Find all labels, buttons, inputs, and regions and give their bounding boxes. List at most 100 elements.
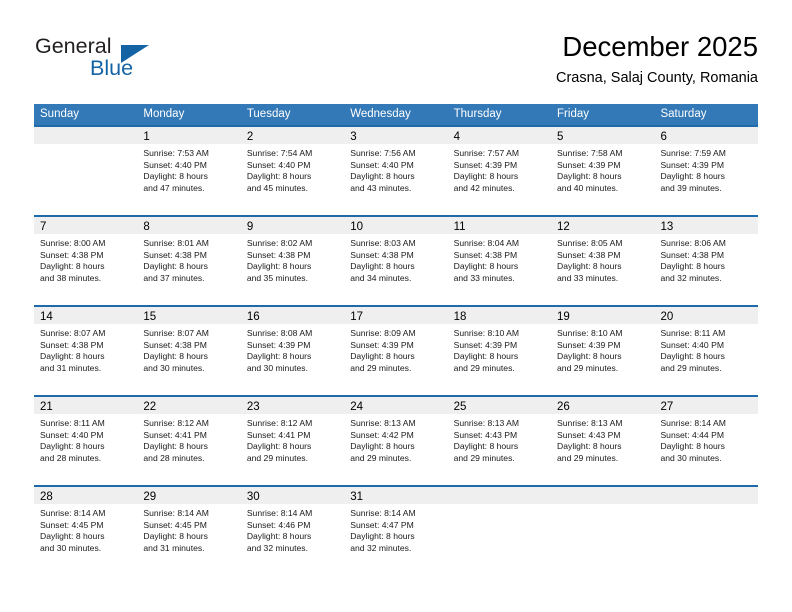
- day-number: 4: [453, 131, 461, 143]
- daylight-text-line1: Daylight: 8 hours: [143, 171, 208, 182]
- day-cell[interactable]: 13 Sunrise: 8:06 AM Sunset: 4:38 PM Dayligh…: [654, 217, 758, 305]
- day-cell[interactable]: 19 Sunrise: 8:10 AM Sunset: 4:39 PM Dayligh…: [551, 307, 655, 395]
- sunrise-text: Sunrise: 7:58 AM: [557, 148, 623, 158]
- week-body: 14 Sunrise: 8:07 AM Sunset: 4:38 PM Dayligh…: [34, 307, 758, 395]
- day-cell[interactable]: 3 Sunrise: 7:56 AM Sunset: 4:40 PM Daylight…: [344, 127, 448, 215]
- day-cell-empty: [551, 487, 655, 575]
- sunset-text: Sunset: 4:43 PM: [453, 429, 518, 440]
- sunrise-text: Sunrise: 8:14 AM: [246, 508, 313, 518]
- day-number-band: 14: [34, 307, 138, 324]
- daylight-text-line1: Daylight: 8 hours: [453, 261, 519, 272]
- sunset-text: Sunset: 4:44 PM: [660, 429, 724, 440]
- day-cell[interactable]: 30 Sunrise: 8:14 AM Sunset: 4:46 PM Dayligh…: [240, 487, 345, 575]
- day-info: Sunrise: 8:07 AM Sunset: 4:38 PM Daylight:…: [137, 324, 240, 374]
- sunrise-text: Sunrise: 7:56 AM: [350, 148, 416, 158]
- day-cell[interactable]: 16 Sunrise: 8:08 AM Sunset: 4:39 PM Dayligh…: [240, 307, 345, 395]
- day-number-band: 9: [240, 217, 345, 234]
- day-info: Sunrise: 8:03 AM Sunset: 4:38 PM Daylight:…: [344, 234, 447, 284]
- day-info: Sunrise: 8:00 AM Sunset: 4:38 PM Daylight:…: [34, 234, 137, 284]
- sunset-text: Sunset: 4:40 PM: [350, 159, 414, 170]
- day-cell[interactable]: 25 Sunrise: 8:13 AM Sunset: 4:43 PM Dayligh…: [447, 397, 552, 485]
- sunset-text: Sunset: 4:39 PM: [453, 159, 518, 170]
- day-cell[interactable]: 26 Sunrise: 8:13 AM Sunset: 4:43 PM Dayligh…: [551, 397, 655, 485]
- day-number-band: [551, 487, 655, 504]
- daylight-text-line2: and 31 minutes.: [143, 542, 205, 553]
- day-cell[interactable]: 4 Sunrise: 7:57 AM Sunset: 4:39 PM Daylight…: [447, 127, 552, 215]
- sunrise-text: Sunrise: 8:00 AM: [40, 238, 106, 248]
- day-cell[interactable]: 1 Sunrise: 7:53 AM Sunset: 4:40 PM Daylight…: [137, 127, 241, 215]
- sunrise-text: Sunrise: 7:53 AM: [143, 148, 209, 158]
- daylight-text-line2: and 39 minutes.: [660, 182, 722, 193]
- day-number: 24: [350, 401, 364, 413]
- day-cell[interactable]: 15 Sunrise: 8:07 AM Sunset: 4:38 PM Dayligh…: [137, 307, 241, 395]
- day-info: Sunrise: 8:01 AM Sunset: 4:38 PM Daylight:…: [137, 234, 240, 284]
- day-cell[interactable]: 6 Sunrise: 7:59 AM Sunset: 4:39 PM Daylight…: [654, 127, 758, 215]
- daylight-text-line1: Daylight: 8 hours: [557, 351, 622, 362]
- day-cell[interactable]: 24 Sunrise: 8:13 AM Sunset: 4:42 PM Dayligh…: [344, 397, 448, 485]
- day-cell[interactable]: 21 Sunrise: 8:11 AM Sunset: 4:40 PM Dayligh…: [34, 397, 138, 485]
- sunrise-text: Sunrise: 8:07 AM: [40, 328, 106, 338]
- sunset-text: Sunset: 4:41 PM: [246, 429, 311, 440]
- day-cell[interactable]: 17 Sunrise: 8:09 AM Sunset: 4:39 PM Dayligh…: [344, 307, 448, 395]
- day-cell[interactable]: 29 Sunrise: 8:14 AM Sunset: 4:45 PM Dayligh…: [137, 487, 241, 575]
- day-cell[interactable]: 18 Sunrise: 8:10 AM Sunset: 4:39 PM Dayligh…: [447, 307, 552, 395]
- day-cell[interactable]: 28 Sunrise: 8:14 AM Sunset: 4:45 PM Dayligh…: [34, 487, 138, 575]
- day-cell[interactable]: 8 Sunrise: 8:01 AM Sunset: 4:38 PM Daylight…: [137, 217, 241, 305]
- day-cell[interactable]: 22 Sunrise: 8:12 AM Sunset: 4:41 PM Dayligh…: [137, 397, 241, 485]
- sunrise-text: Sunrise: 8:03 AM: [350, 238, 416, 248]
- daylight-text-line2: and 30 minutes.: [246, 362, 308, 373]
- day-cell[interactable]: 31 Sunrise: 8:14 AM Sunset: 4:47 PM Dayligh…: [344, 487, 448, 575]
- sunrise-text: Sunrise: 8:14 AM: [350, 508, 416, 518]
- daylight-text-line2: and 29 minutes.: [453, 452, 515, 463]
- daylight-text-line1: Daylight: 8 hours: [660, 351, 725, 362]
- daylight-text-line2: and 28 minutes.: [40, 452, 102, 463]
- page-subtitle: Crasna, Salaj County, Romania: [555, 70, 758, 86]
- calendar-week-row: 14 Sunrise: 8:07 AM Sunset: 4:38 PM Dayligh…: [34, 305, 758, 395]
- day-cell[interactable]: 27 Sunrise: 8:14 AM Sunset: 4:44 PM Dayligh…: [654, 397, 758, 485]
- sunset-text: Sunset: 4:40 PM: [246, 159, 311, 170]
- daylight-text-line1: Daylight: 8 hours: [246, 441, 312, 452]
- day-cell[interactable]: 7 Sunrise: 8:00 AM Sunset: 4:38 PM Daylight…: [34, 217, 138, 305]
- day-number-band: [654, 487, 758, 504]
- day-number-band: 22: [137, 397, 241, 414]
- day-info: Sunrise: 8:08 AM Sunset: 4:39 PM Daylight:…: [241, 324, 344, 374]
- daylight-text-line1: Daylight: 8 hours: [143, 261, 208, 272]
- day-info: Sunrise: 7:56 AM Sunset: 4:40 PM Daylight:…: [344, 144, 447, 194]
- sunset-text: Sunset: 4:39 PM: [246, 339, 311, 350]
- day-number: 17: [350, 311, 364, 323]
- day-info: Sunrise: 8:04 AM Sunset: 4:38 PM Daylight:…: [448, 234, 551, 284]
- day-number-band: 29: [137, 487, 241, 504]
- daylight-text-line2: and 34 minutes.: [350, 272, 412, 283]
- sunset-text: Sunset: 4:39 PM: [660, 159, 724, 170]
- daylight-text-line2: and 33 minutes.: [453, 272, 515, 283]
- day-cell[interactable]: 9 Sunrise: 8:02 AM Sunset: 4:38 PM Daylight…: [240, 217, 345, 305]
- day-cell[interactable]: 14 Sunrise: 8:07 AM Sunset: 4:38 PM Dayligh…: [34, 307, 138, 395]
- sunset-text: Sunset: 4:47 PM: [350, 519, 414, 530]
- day-cell[interactable]: 2 Sunrise: 7:54 AM Sunset: 4:40 PM Daylight…: [240, 127, 345, 215]
- sunset-text: Sunset: 4:38 PM: [40, 339, 104, 350]
- day-cell[interactable]: 10 Sunrise: 8:03 AM Sunset: 4:38 PM Dayligh…: [344, 217, 448, 305]
- day-number: 5: [557, 131, 564, 143]
- day-cell[interactable]: 5 Sunrise: 7:58 AM Sunset: 4:39 PM Daylight…: [551, 127, 655, 215]
- day-cell[interactable]: 23 Sunrise: 8:12 AM Sunset: 4:41 PM Dayligh…: [240, 397, 345, 485]
- sunrise-text: Sunrise: 8:13 AM: [557, 418, 623, 428]
- weekday-header-sunday: Sunday: [40, 108, 80, 120]
- day-cell[interactable]: 20 Sunrise: 8:11 AM Sunset: 4:40 PM Dayligh…: [654, 307, 758, 395]
- weekday-header-tuesday: Tuesday: [246, 108, 291, 120]
- sunrise-text: Sunrise: 8:07 AM: [143, 328, 209, 338]
- day-number: 22: [143, 401, 157, 413]
- calendar-page: General Blue December 2025 Crasna, Salaj…: [0, 0, 792, 612]
- day-number: 26: [557, 401, 570, 413]
- day-cell[interactable]: 11 Sunrise: 8:04 AM Sunset: 4:38 PM Dayligh…: [447, 217, 552, 305]
- day-number: 18: [453, 311, 467, 323]
- day-info: Sunrise: 8:10 AM Sunset: 4:39 PM Daylight:…: [448, 324, 551, 374]
- day-number: 8: [143, 221, 150, 233]
- daylight-text-line2: and 30 minutes.: [143, 362, 205, 373]
- daylight-text-line1: Daylight: 8 hours: [453, 171, 519, 182]
- day-number-band: 12: [551, 217, 655, 234]
- calendar-week-row: 21 Sunrise: 8:11 AM Sunset: 4:40 PM Dayligh…: [34, 395, 758, 485]
- daylight-text-line1: Daylight: 8 hours: [660, 441, 725, 452]
- day-cell[interactable]: 12 Sunrise: 8:05 AM Sunset: 4:38 PM Dayligh…: [551, 217, 655, 305]
- sunset-text: Sunset: 4:39 PM: [453, 339, 518, 350]
- sunset-text: Sunset: 4:38 PM: [246, 249, 311, 260]
